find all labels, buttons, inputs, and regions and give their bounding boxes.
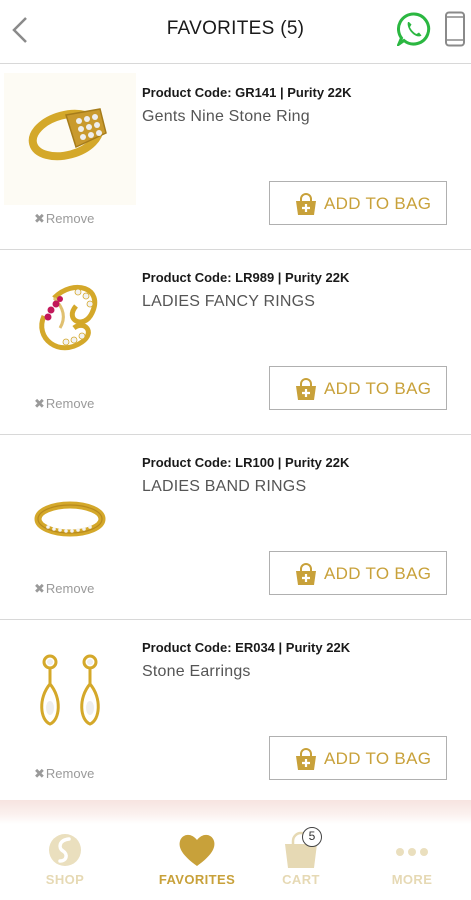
shop-icon <box>49 834 81 866</box>
bag-plus-icon <box>296 563 316 585</box>
bag-plus-icon <box>296 748 316 770</box>
close-icon: ✖ <box>34 766 45 781</box>
remove-button[interactable]: ✖Remove <box>34 396 94 412</box>
product-name: Stone Earrings <box>142 663 251 680</box>
add-to-bag-button[interactable]: ADD TO BAG <box>269 551 447 595</box>
header-bar: FAVORITES (5) <box>0 0 471 64</box>
tab-cart[interactable]: 5 CART <box>251 824 351 894</box>
add-to-bag-button[interactable]: ADD TO BAG <box>269 366 447 410</box>
product-code: Product Code: ER034 | Purity 22K <box>142 640 351 655</box>
product-image[interactable] <box>4 258 136 390</box>
favorite-item: ✖Remove Product Code: ER034 | Purity 22K… <box>0 620 471 805</box>
tab-more[interactable]: MORE <box>362 824 462 894</box>
favorite-item: ✖Remove Product Code: LR989 | Purity 22K… <box>0 250 471 435</box>
product-name: Gents Nine Stone Ring <box>142 108 310 125</box>
bag-plus-icon <box>296 378 316 400</box>
add-to-bag-button[interactable]: ADD TO BAG <box>269 736 447 780</box>
bottom-tab-bar: SHOP FAVORITES 5 CART MORE <box>0 800 471 900</box>
cart-count-badge: 5 <box>302 827 322 847</box>
tab-bar-shadow <box>0 800 471 824</box>
heart-icon <box>179 834 215 866</box>
product-name: LADIES FANCY RINGS <box>142 293 316 310</box>
product-image[interactable] <box>4 73 136 205</box>
product-name: LADIES BAND RINGS <box>142 478 307 495</box>
product-code: Product Code: LR989 | Purity 22K <box>142 270 350 285</box>
phone-icon[interactable] <box>444 11 466 47</box>
more-dots-icon <box>396 848 428 856</box>
favorite-item: ✖Remove Product Code: LR100 | Purity 22K… <box>0 435 471 620</box>
whatsapp-icon[interactable] <box>397 12 431 46</box>
add-to-bag-button[interactable]: ADD TO BAG <box>269 181 447 225</box>
favorites-list: ✖Remove Product Code: GR141 | Purity 22K… <box>0 65 471 805</box>
bag-plus-icon <box>296 193 316 215</box>
remove-button[interactable]: ✖Remove <box>34 766 94 782</box>
remove-button[interactable]: ✖Remove <box>34 211 94 227</box>
tab-favorites[interactable]: FAVORITES <box>147 824 247 894</box>
close-icon: ✖ <box>34 581 45 596</box>
product-image[interactable] <box>4 628 136 760</box>
tab-shop[interactable]: SHOP <box>15 824 115 894</box>
product-code: Product Code: LR100 | Purity 22K <box>142 455 350 470</box>
remove-button[interactable]: ✖Remove <box>34 581 94 597</box>
product-code: Product Code: GR141 | Purity 22K <box>142 85 352 100</box>
favorite-item: ✖Remove Product Code: GR141 | Purity 22K… <box>0 65 471 250</box>
product-image[interactable] <box>4 443 136 575</box>
close-icon: ✖ <box>34 211 45 226</box>
close-icon: ✖ <box>34 396 45 411</box>
